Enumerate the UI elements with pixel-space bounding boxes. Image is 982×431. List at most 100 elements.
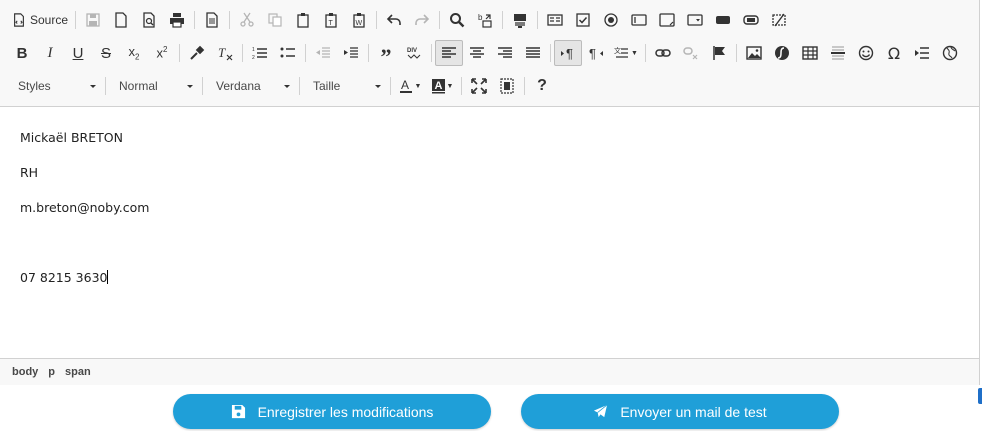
underline-icon[interactable]: U [64, 40, 92, 66]
table-icon[interactable] [796, 40, 824, 66]
chevron-down-icon [375, 84, 381, 88]
path-item-span[interactable]: span [65, 366, 91, 378]
separator [305, 44, 306, 62]
superscript-icon[interactable]: x2 [148, 40, 176, 66]
special-char-icon[interactable]: Ω [880, 40, 908, 66]
send-test-mail-label: Envoyer un mail de test [620, 403, 767, 420]
separator [524, 77, 525, 95]
help-icon[interactable]: ? [528, 73, 556, 99]
justify-icon[interactable] [519, 40, 547, 66]
horizontal-rule-icon[interactable] [824, 40, 852, 66]
language-icon[interactable]: 文 ▼ [610, 40, 642, 66]
size-dropdown-label: Taille [313, 79, 341, 93]
page-break-icon[interactable] [908, 40, 936, 66]
italic-icon[interactable]: I [36, 40, 64, 66]
text-color-icon[interactable]: A ▼ [394, 73, 426, 99]
text-caret [107, 270, 109, 284]
separator [390, 77, 391, 95]
flash-icon[interactable] [768, 40, 796, 66]
bulleted-list-icon[interactable] [274, 40, 302, 66]
text-direction-ltr-icon[interactable]: ¶ [554, 40, 582, 66]
svg-text:1: 1 [252, 47, 255, 53]
svg-text:2: 2 [252, 55, 255, 61]
scroll-edge-marker [978, 388, 982, 404]
content-line-department: RH [20, 165, 39, 180]
cut-icon[interactable] [233, 7, 261, 33]
unlink-icon[interactable] [677, 40, 705, 66]
select-all-icon[interactable] [506, 7, 534, 33]
print-icon[interactable] [163, 7, 191, 33]
show-blocks-icon[interactable] [493, 73, 521, 99]
templates-icon[interactable] [198, 7, 226, 33]
save-changes-button[interactable]: Enregistrer les modifications [173, 394, 491, 429]
textarea-icon[interactable] [653, 7, 681, 33]
redo-icon[interactable] [408, 7, 436, 33]
separator [105, 77, 106, 95]
separator [502, 11, 504, 29]
align-left-icon[interactable] [435, 40, 463, 66]
background-color-icon[interactable]: A ▼ [426, 73, 458, 99]
align-right-icon[interactable] [491, 40, 519, 66]
text-field-icon[interactable] [625, 7, 653, 33]
separator [179, 44, 180, 62]
paste-word-icon[interactable]: W [345, 7, 373, 33]
div-container-icon[interactable]: DIV [400, 40, 428, 66]
hidden-field-icon[interactable] [765, 7, 793, 33]
align-center-icon[interactable] [463, 40, 491, 66]
numbered-list-icon[interactable]: 12 [246, 40, 274, 66]
source-button[interactable]: Source [8, 7, 72, 33]
separator [229, 11, 231, 29]
indent-icon[interactable] [337, 40, 365, 66]
smiley-icon[interactable] [852, 40, 880, 66]
iframe-globe-icon[interactable] [936, 40, 964, 66]
link-icon[interactable] [649, 40, 677, 66]
toolbar-row-2: B I U S x2 x2 T 12 ” DIV ¶ ¶ 文 ▼ Ω [8, 39, 964, 68]
subscript-icon[interactable]: x2 [120, 40, 148, 66]
replace-icon[interactable]: b [471, 7, 499, 33]
remove-format-icon[interactable]: T [211, 40, 239, 66]
separator [645, 44, 646, 62]
select-field-icon[interactable] [681, 7, 709, 33]
svg-text:T: T [218, 45, 226, 60]
styles-dropdown-label: Styles [18, 79, 51, 93]
editor-content[interactable]: Mickaël BRETON RH m.breton@noby.com 07 8… [20, 130, 149, 305]
maximize-icon[interactable] [465, 73, 493, 99]
undo-icon[interactable] [380, 7, 408, 33]
image-button-icon[interactable] [737, 7, 765, 33]
svg-text:A: A [434, 80, 442, 92]
preview-icon[interactable] [135, 7, 163, 33]
content-line-empty [20, 235, 149, 270]
path-item-body[interactable]: body [12, 366, 38, 378]
image-icon[interactable] [740, 40, 768, 66]
strikethrough-icon[interactable]: S [92, 40, 120, 66]
path-item-p[interactable]: p [48, 366, 55, 378]
save-icon[interactable] [79, 7, 107, 33]
paste-icon[interactable] [289, 7, 317, 33]
new-page-icon[interactable] [107, 7, 135, 33]
bold-icon[interactable]: B [8, 40, 36, 66]
separator [461, 77, 462, 95]
content-line-phone: 07 8215 3630 [20, 270, 149, 305]
separator [368, 44, 369, 62]
separator [431, 44, 432, 62]
styles-dropdown[interactable]: Styles [8, 74, 102, 98]
format-dropdown[interactable]: Normal [109, 74, 199, 98]
source-icon [14, 13, 24, 27]
font-dropdown[interactable]: Verdana [206, 74, 296, 98]
find-icon[interactable] [443, 7, 471, 33]
outdent-icon[interactable] [309, 40, 337, 66]
paste-text-icon[interactable]: T [317, 7, 345, 33]
checkbox-icon[interactable] [569, 7, 597, 33]
blockquote-icon[interactable]: ” [372, 40, 400, 68]
size-dropdown[interactable]: Taille [303, 74, 387, 98]
copy-icon[interactable] [261, 7, 289, 33]
save-icon [231, 404, 245, 419]
send-test-mail-button[interactable]: Envoyer un mail de test [521, 394, 839, 429]
button-field-icon[interactable] [709, 7, 737, 33]
svg-text:¶: ¶ [566, 46, 573, 61]
copy-format-icon[interactable] [183, 40, 211, 66]
radio-icon[interactable] [597, 7, 625, 33]
text-direction-rtl-icon[interactable]: ¶ [582, 40, 610, 66]
form-icon[interactable] [541, 7, 569, 33]
anchor-flag-icon[interactable] [705, 40, 733, 66]
